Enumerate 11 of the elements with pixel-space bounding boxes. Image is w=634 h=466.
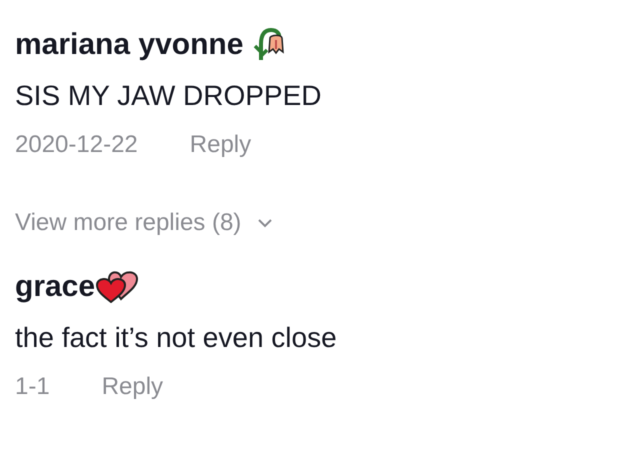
username[interactable]: grace [15, 264, 96, 308]
comment-date: 1-1 [15, 372, 50, 402]
comment-text: the fact it’s not even close [15, 321, 338, 355]
chevron-down-icon [257, 218, 274, 228]
username[interactable]: mariana yvonne [15, 22, 244, 66]
view-more-replies-link[interactable]: View more replies (8) [15, 208, 274, 238]
reply-link[interactable]: Reply [190, 130, 252, 160]
wilted-flower-icon [251, 26, 286, 62]
comment-date: 2020-12-22 [15, 130, 138, 160]
reply-link[interactable]: Reply [102, 372, 164, 402]
comment-text: SIS MY JAW DROPPED [15, 79, 322, 113]
